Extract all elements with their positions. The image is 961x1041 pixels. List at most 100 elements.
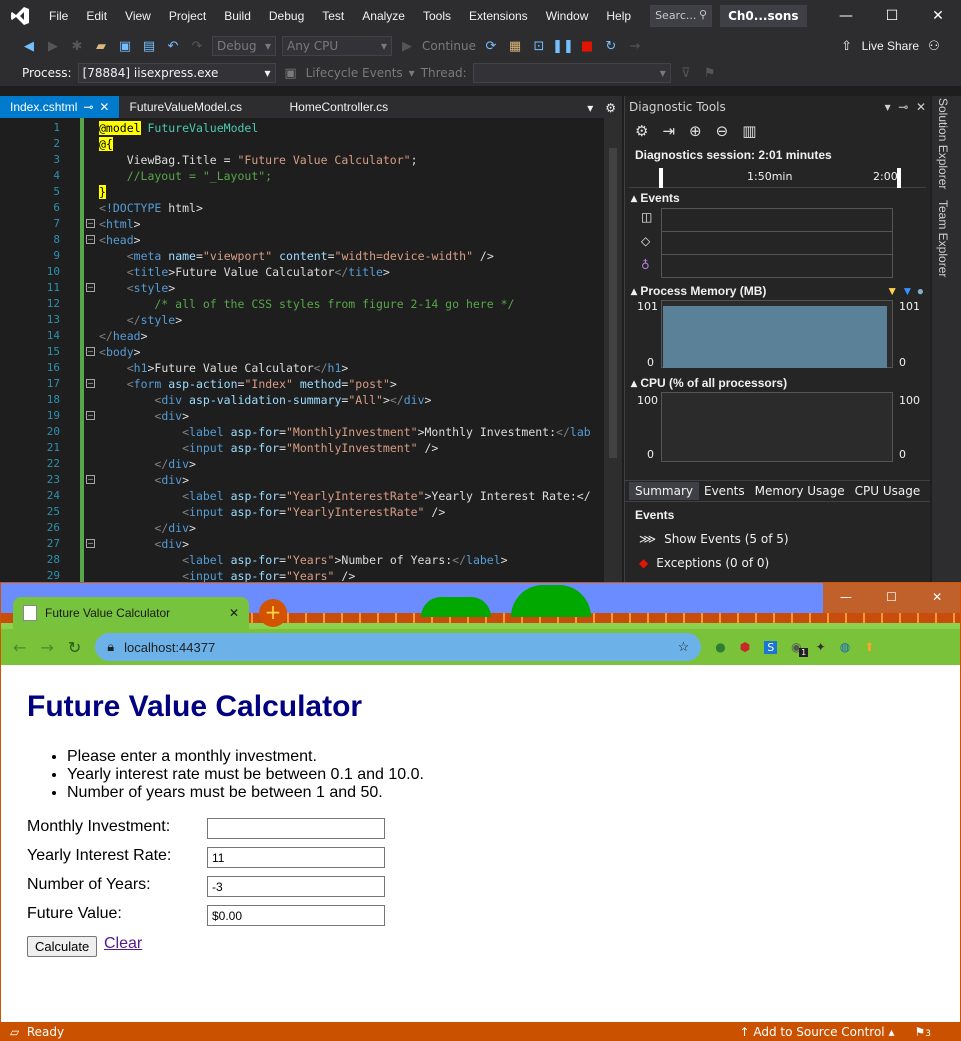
- menu-window[interactable]: Window: [537, 0, 598, 32]
- open-folder-icon[interactable]: ▰: [92, 37, 110, 55]
- screenshot-icon[interactable]: ⊡: [530, 37, 548, 55]
- tab-cpu-usage[interactable]: CPU Usage: [850, 482, 926, 500]
- extension-badge-icon[interactable]: ◉ 1: [791, 640, 809, 657]
- feedback-icon[interactable]: ⚇: [925, 37, 943, 55]
- fold-toggle-icon[interactable]: −: [86, 475, 95, 484]
- tab-list-icon[interactable]: ▾: [581, 98, 599, 118]
- code-line[interactable]: }: [99, 184, 106, 200]
- extension-s-icon[interactable]: S: [764, 640, 778, 654]
- team-explorer-tab[interactable]: Team Explorer: [936, 200, 950, 277]
- browser-link-icon[interactable]: ▦: [506, 37, 524, 55]
- settings-icon[interactable]: ⚙: [635, 122, 648, 140]
- code-line[interactable]: <label asp-for="Years">Number of Years:<…: [99, 552, 508, 568]
- fold-toggle-icon[interactable]: −: [86, 379, 95, 388]
- menu-analyze[interactable]: Analyze: [353, 0, 414, 32]
- zoom-in-icon[interactable]: ⊕: [689, 122, 702, 140]
- pause-icon[interactable]: ❚❚: [552, 37, 574, 55]
- zoom-out-icon[interactable]: ⊖: [716, 122, 729, 140]
- live-share-button[interactable]: Live Share: [862, 39, 919, 53]
- reload-icon[interactable]: ↻: [68, 638, 81, 657]
- process-select[interactable]: [78884] iisexpress.exe ▾: [77, 63, 276, 83]
- restart-icon[interactable]: ⟳: [482, 37, 500, 55]
- fold-toggle-icon[interactable]: −: [86, 539, 95, 548]
- stop-icon[interactable]: ■: [578, 37, 596, 55]
- forward-icon[interactable]: ▶: [44, 37, 62, 55]
- code-line[interactable]: <meta name="viewport" content="width=dev…: [99, 248, 494, 264]
- code-line[interactable]: </style>: [99, 312, 182, 328]
- code-line[interactable]: @model FutureValueModel: [99, 120, 258, 136]
- lifecycle-dropdown-icon[interactable]: ▾: [409, 66, 415, 80]
- code-line[interactable]: </head>: [99, 328, 148, 344]
- redo-icon[interactable]: ↷: [188, 37, 206, 55]
- menu-view[interactable]: View: [116, 0, 160, 32]
- interest-rate-input[interactable]: [207, 847, 385, 868]
- code-line[interactable]: <body>: [99, 344, 141, 360]
- lifecycle-events-button[interactable]: Lifecycle Events: [306, 66, 403, 80]
- fold-toggle-icon[interactable]: −: [86, 219, 95, 228]
- close-button[interactable]: ✕: [915, 0, 961, 32]
- step-icon[interactable]: ↻: [602, 37, 620, 55]
- code-line[interactable]: <label asp-for="MonthlyInvestment">Month…: [99, 424, 591, 440]
- save-all-icon[interactable]: ▤: [140, 37, 158, 55]
- menu-help[interactable]: Help: [597, 0, 640, 32]
- years-input[interactable]: [207, 876, 385, 897]
- code-line[interactable]: /* all of the CSS styles from figure 2-1…: [99, 296, 514, 312]
- tab-events[interactable]: Events: [699, 482, 750, 500]
- profile-avatar[interactable]: ◍: [840, 640, 850, 654]
- show-events-link[interactable]: ⋙ Show Events (5 of 5): [625, 528, 930, 550]
- maximize-button[interactable]: ☐: [869, 0, 915, 32]
- code-line[interactable]: //Layout = "_Layout";: [99, 168, 272, 184]
- calculate-button[interactable]: Calculate: [27, 936, 98, 957]
- solution-explorer-tab[interactable]: Solution Explorer: [936, 98, 950, 189]
- filter-icon[interactable]: ⊽: [677, 64, 695, 82]
- code-line[interactable]: <h1>Future Value Calculator</h1>: [99, 360, 349, 376]
- tab-memory-usage[interactable]: Memory Usage: [750, 482, 850, 500]
- tab-summary[interactable]: Summary: [629, 482, 699, 500]
- browser-maximize-button[interactable]: ☐: [869, 583, 915, 613]
- pin-icon[interactable]: ⊸: [83, 100, 93, 114]
- search-box[interactable]: Searc... ⚲: [650, 5, 713, 27]
- lifecycle-icon[interactable]: ▣: [282, 64, 300, 82]
- visual-studio-logo-icon[interactable]: [0, 0, 40, 32]
- tab-index-cshtml[interactable]: Index.cshtml ⊸ ✕: [0, 96, 120, 118]
- editor-vertical-scrollbar[interactable]: [604, 118, 622, 582]
- extension-globe-icon[interactable]: ●: [715, 640, 725, 654]
- code-line[interactable]: <div>: [99, 536, 189, 552]
- panel-pin-icon[interactable]: ⊸: [898, 100, 908, 114]
- code-line[interactable]: <input asp-for="YearlyInterestRate" />: [99, 504, 445, 520]
- scroll-thumb[interactable]: [609, 148, 617, 458]
- code-line[interactable]: <!DOCTYPE html>: [99, 200, 203, 216]
- code-line[interactable]: <form asp-action="Index" method="post">: [99, 376, 397, 392]
- monthly-investment-input[interactable]: [207, 818, 385, 839]
- fold-toggle-icon[interactable]: −: [86, 411, 95, 420]
- menu-tools[interactable]: Tools: [414, 0, 460, 32]
- extensions-puzzle-icon[interactable]: ✦: [816, 640, 826, 654]
- step-over-icon[interactable]: →: [626, 37, 644, 55]
- export-icon[interactable]: ⇥: [662, 122, 675, 140]
- fold-toggle-icon[interactable]: −: [86, 235, 95, 244]
- panel-close-icon[interactable]: ✕: [916, 100, 926, 114]
- cpu-graph[interactable]: 100 0 100 0: [625, 392, 930, 464]
- configuration-select[interactable]: Debug ▾: [212, 36, 276, 56]
- menu-file[interactable]: File: [40, 0, 77, 32]
- panel-menu-icon[interactable]: ▾: [885, 100, 891, 114]
- code-line[interactable]: <div>: [99, 472, 189, 488]
- continue-button[interactable]: Continue: [422, 39, 476, 53]
- browser-minimize-button[interactable]: —: [823, 583, 869, 613]
- code-editor[interactable]: 1 2 3 4 5 6 7−8−9 10 11−12 13 14 15−16 17−18 19−20 21 2…: [0, 118, 622, 582]
- update-arrow-icon[interactable]: ⬆: [864, 640, 874, 654]
- back-arrow-icon[interactable]: ←: [13, 638, 26, 657]
- fold-toggle-icon[interactable]: −: [86, 283, 95, 292]
- future-value-output[interactable]: [207, 905, 385, 926]
- clear-link[interactable]: Clear: [104, 935, 142, 953]
- code-line[interactable]: <html>: [99, 216, 141, 232]
- browser-tab[interactable]: Future Value Calculator ✕: [13, 597, 249, 629]
- close-tab-icon[interactable]: ✕: [99, 100, 109, 114]
- solution-name[interactable]: Ch0...sons: [720, 5, 807, 27]
- menu-project[interactable]: Project: [160, 0, 215, 32]
- new-tab-button[interactable]: +: [259, 599, 287, 627]
- code-line[interactable]: <style>: [99, 280, 176, 296]
- code-line[interactable]: <input asp-for="Years" />: [99, 568, 355, 582]
- continue-icon[interactable]: ▶: [398, 37, 416, 55]
- new-project-icon[interactable]: ✱: [68, 37, 86, 55]
